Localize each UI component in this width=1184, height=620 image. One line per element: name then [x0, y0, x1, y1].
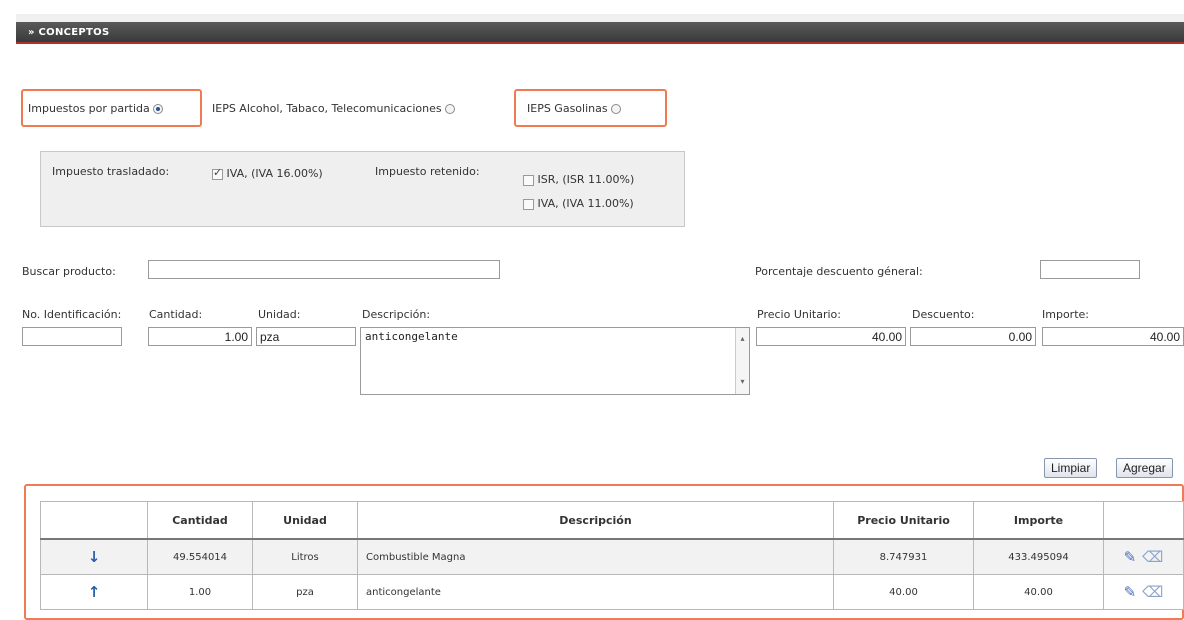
descripcion-scrollbar[interactable]: ▴ ▾	[735, 328, 749, 394]
descripcion-textarea[interactable]: anticongelante	[360, 327, 750, 395]
header-top-strip	[16, 14, 1184, 22]
descuento-label: Descuento:	[912, 308, 975, 321]
edit-pencil-icon[interactable]: ✎	[1124, 583, 1137, 601]
radio-icon[interactable]	[611, 104, 622, 114]
cell-unidad: Litros	[252, 538, 358, 575]
checkbox-icon[interactable]	[523, 198, 534, 210]
unidad-label: Unidad:	[258, 308, 301, 321]
col-header-importe: Importe	[973, 501, 1104, 540]
checkbox-icon[interactable]	[212, 166, 223, 180]
cantidad-label: Cantidad:	[149, 308, 203, 321]
buscar-producto-input[interactable]	[148, 260, 500, 279]
col-header-order	[40, 501, 148, 540]
arrow-up-icon[interactable]: ↑	[88, 583, 101, 601]
cell-importe: 433.495094	[973, 538, 1104, 575]
agregar-button[interactable]: Agregar	[1116, 458, 1173, 478]
radio-option-impuestos-partida[interactable]: Impuestos por partida	[28, 102, 164, 115]
row-actions: ✎ ⌫	[1103, 538, 1184, 575]
radio-label: IEPS Gasolinas	[527, 102, 608, 115]
table-header-row: Cantidad Unidad Descripción Precio Unita…	[40, 501, 1184, 540]
table-row: ↑ 1.00 pza anticongelante 40.00 40.00 ✎ ⌫	[40, 574, 1184, 610]
col-header-precio-unitario: Precio Unitario	[833, 501, 974, 540]
section-title: » CONCEPTOS	[28, 27, 110, 38]
row-actions: ✎ ⌫	[1103, 574, 1184, 610]
no-identificacion-input[interactable]	[22, 327, 122, 346]
no-identificacion-label: No. Identificación:	[22, 308, 122, 321]
radio-label: Impuestos por partida	[28, 102, 150, 115]
cantidad-input[interactable]	[148, 327, 252, 346]
scroll-up-icon[interactable]: ▴	[736, 334, 749, 343]
buscar-producto-label: Buscar producto:	[22, 265, 116, 278]
iva16-option[interactable]: IVA, (IVA 16.00%)	[212, 166, 323, 180]
table-row: ↓ 49.554014 Litros Combustible Magna 8.7…	[40, 538, 1184, 575]
radio-icon[interactable]	[445, 104, 456, 114]
importe-label: Importe:	[1042, 308, 1089, 321]
precio-unitario-input[interactable]	[756, 327, 906, 346]
impuesto-trasladado-label: Impuesto trasladado:	[52, 165, 170, 178]
cell-importe: 40.00	[973, 574, 1104, 610]
radio-label: IEPS Alcohol, Tabaco, Telecomunicaciones	[212, 102, 442, 115]
impuesto-retenido-label: Impuesto retenido:	[375, 165, 480, 178]
precio-unitario-label: Precio Unitario:	[757, 308, 841, 321]
checkbox-icon[interactable]	[523, 174, 534, 186]
descripcion-label: Descripción:	[362, 308, 431, 321]
cell-descripcion: Combustible Magna	[357, 538, 834, 575]
eraser-icon[interactable]: ⌫	[1142, 548, 1163, 566]
arrow-down-icon[interactable]: ↓	[88, 548, 101, 566]
iva11-label: IVA, (IVA 11.00%)	[537, 197, 634, 210]
isr11-option[interactable]: ISR, (ISR 11.00%)	[523, 173, 634, 186]
unidad-input[interactable]	[256, 327, 356, 346]
cell-precio-unitario: 8.747931	[833, 538, 974, 575]
scroll-down-icon[interactable]: ▾	[736, 377, 749, 386]
move-down-cell[interactable]: ↓	[40, 538, 148, 575]
descuento-general-input[interactable]	[1040, 260, 1140, 279]
items-table: Cantidad Unidad Descripción Precio Unita…	[40, 501, 1184, 610]
cell-unidad: pza	[252, 574, 358, 610]
col-header-actions	[1103, 501, 1184, 540]
radio-option-ieps-gasolinas[interactable]: IEPS Gasolinas	[527, 102, 622, 115]
col-header-unidad: Unidad	[252, 501, 358, 540]
iva16-label: IVA, (IVA 16.00%)	[226, 167, 323, 180]
section-header[interactable]: » CONCEPTOS	[16, 22, 1184, 44]
move-up-cell[interactable]: ↑	[40, 574, 148, 610]
eraser-icon[interactable]: ⌫	[1142, 583, 1163, 601]
col-header-cantidad: Cantidad	[147, 501, 253, 540]
descuento-general-label: Porcentaje descuento géneral:	[755, 265, 923, 278]
descuento-input[interactable]	[910, 327, 1036, 346]
edit-pencil-icon[interactable]: ✎	[1124, 548, 1137, 566]
importe-input[interactable]	[1042, 327, 1184, 346]
isr11-label: ISR, (ISR 11.00%)	[537, 173, 635, 186]
limpiar-button[interactable]: Limpiar	[1044, 458, 1098, 478]
cell-cantidad: 1.00	[147, 574, 253, 610]
radio-icon[interactable]	[153, 104, 164, 114]
iva11-option[interactable]: IVA, (IVA 11.00%)	[523, 197, 634, 210]
col-header-descripcion: Descripción	[357, 501, 834, 540]
cell-descripcion: anticongelante	[357, 574, 834, 610]
cell-precio-unitario: 40.00	[833, 574, 974, 610]
cell-cantidad: 49.554014	[147, 538, 253, 575]
tax-options-panel	[40, 151, 685, 227]
radio-option-ieps-alcohol[interactable]: IEPS Alcohol, Tabaco, Telecomunicaciones	[212, 102, 456, 115]
